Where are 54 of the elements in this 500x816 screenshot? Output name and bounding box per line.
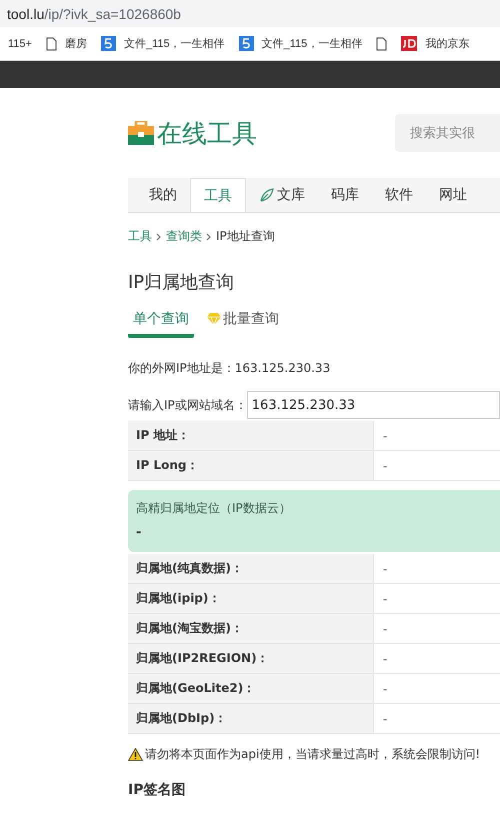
gem-icon (207, 313, 221, 325)
table-cell-text: - (382, 710, 388, 728)
warning-text: 请勿将本页面作为api使用，当请求量过高时，系统会限制访问! (145, 746, 480, 763)
table-cell-text: - (382, 560, 388, 578)
table-label: IP 地址： (128, 421, 374, 450)
nav-tab[interactable]: 网址 (426, 178, 480, 212)
address-bar[interactable]: tool.lu/ip/?ivk_sa=1026860b (0, 0, 500, 27)
site-logo-text[interactable]: 在线工具 (157, 116, 257, 150)
table-label: 归属地(GeoLite2)： (128, 674, 374, 703)
section-title: IP签名图 (128, 781, 186, 799)
ip-input[interactable]: 163.125.230.33 (246, 391, 500, 419)
warning-icon (128, 748, 143, 761)
bookmark-link[interactable]: 磨房 (64, 36, 87, 51)
table-label: IP Long： (128, 451, 374, 480)
nav-tab[interactable]: 我的 (136, 178, 190, 212)
your-ip-text: 你的外网IP地址是：163.125.230.33 (128, 360, 332, 377)
table-label: 归属地(DbIp)： (128, 704, 374, 733)
chevron-icon (156, 232, 162, 240)
url-text: tool.lu/ip/?ivk_sa=1026860b (7, 6, 181, 22)
panel-value: - (136, 525, 142, 540)
bookmark-link[interactable]: 文件_115，一生相伴 (124, 36, 225, 51)
breadcrumb-item[interactable]: 工具 (128, 228, 152, 245)
toolbox-icon (128, 121, 154, 145)
table-cell-text: - (382, 590, 388, 608)
query-tab[interactable]: 单个查询 (128, 308, 194, 338)
page-icon[interactable] (376, 36, 388, 50)
number-icon[interactable] (238, 36, 254, 51)
table-cell-text: - (382, 650, 388, 668)
table-cell-text: - (382, 620, 388, 638)
bookmark-link[interactable]: 我的京东 (425, 36, 470, 51)
query-tab[interactable]: 批量查询 (202, 308, 284, 338)
nav-tab[interactable]: 文库 (246, 178, 318, 212)
chevron-icon (206, 232, 212, 240)
table-label: 归属地(纯真数据)： (128, 554, 374, 583)
bookmark-link[interactable]: 文件_115，一生相伴 (262, 36, 362, 51)
leaf-icon (259, 187, 275, 203)
table-label: 归属地(IP2REGION)： (128, 644, 374, 673)
breadcrumb-item: IP地址查询 (216, 228, 275, 245)
nav-tab[interactable]: 码库 (318, 178, 372, 212)
input-label: 请输入IP或网站域名： (128, 396, 247, 414)
nav-tab[interactable]: 软件 (372, 178, 426, 212)
breadcrumb-item[interactable]: 查询类 (166, 228, 202, 245)
nav-tab[interactable]: 工具 (190, 178, 246, 212)
page-icon[interactable] (46, 36, 57, 50)
table-cell-text: - (382, 680, 388, 698)
table-label: 归属地(ipip)： (128, 584, 374, 613)
table-label: 归属地(淘宝数据)： (128, 614, 374, 643)
page-title: IP归属地查询 (128, 271, 236, 294)
number-icon[interactable] (100, 36, 116, 51)
table-cell-text: - (382, 428, 388, 444)
jd-icon[interactable] (401, 36, 418, 51)
table-cell-text: - (382, 458, 388, 474)
bookmark-link[interactable]: 115+ (8, 38, 32, 50)
panel-title: 高精归属地定位（IP数据云） (136, 500, 292, 517)
